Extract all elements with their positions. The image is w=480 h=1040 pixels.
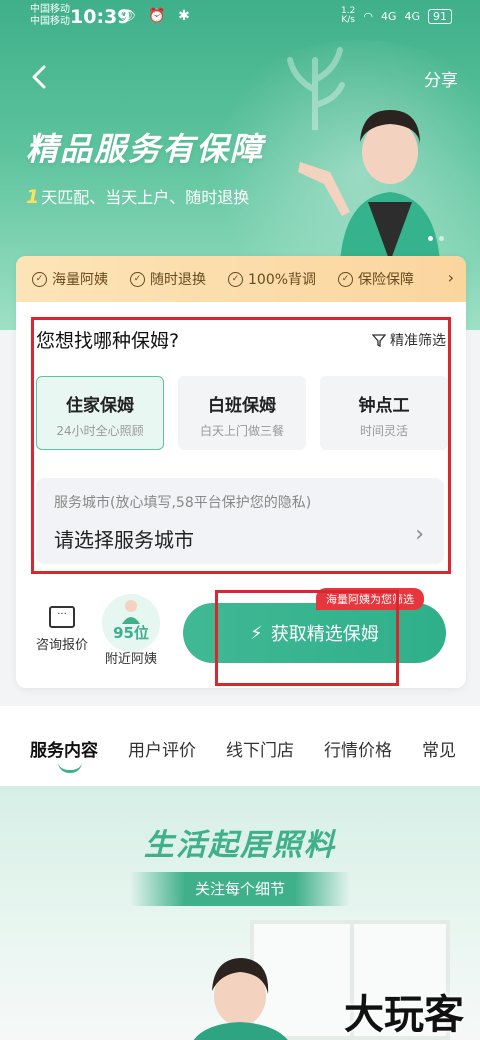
status-icons: 👁 ⏰ ✱	[118, 8, 194, 24]
message-icon: ···	[49, 606, 75, 628]
hero-subtitle-text: 天匹配、当天上户、随时退换	[41, 188, 250, 207]
guarantee-item: ✓ 随时退换	[130, 269, 206, 289]
signal-2-label: 4G	[404, 9, 420, 23]
carrier-2: 中国移动	[30, 16, 70, 27]
watermark: 大玩客	[344, 992, 464, 1038]
wifi-icon: ◠	[363, 9, 373, 23]
content-tabs: 服务内容 用户评价 线下门店 行情价格 常见	[0, 706, 480, 786]
back-icon[interactable]	[26, 62, 54, 92]
hero-title: 精品服务有保障	[26, 130, 265, 168]
carousel-dot	[439, 236, 444, 241]
tab-service-content[interactable]: 服务内容	[30, 706, 98, 786]
guarantee-item: ✓ 海量阿姨	[32, 269, 108, 289]
tab-user-reviews[interactable]: 用户评价	[128, 706, 196, 786]
nearby-count: 95位	[113, 624, 149, 642]
check-circle-icon: ✓	[32, 271, 47, 287]
tab-market-price[interactable]: 行情价格	[324, 706, 392, 786]
guarantee-item: ✓ 100%背调	[228, 269, 316, 289]
carousel-dots	[428, 236, 444, 241]
chevron-right-icon[interactable]: ›	[448, 268, 454, 287]
nearby-nannies[interactable]: 95位 附近阿姨	[100, 594, 162, 671]
highlight-box	[31, 317, 451, 574]
carrier-labels: 中国移动 中国移动	[30, 4, 70, 28]
check-circle-icon: ✓	[228, 271, 243, 287]
share-button[interactable]: 分享	[424, 66, 458, 91]
banner-title: 生活起居照料	[144, 828, 336, 863]
consult-price-button[interactable]: ··· 咨询报价	[34, 606, 90, 653]
check-circle-icon: ✓	[130, 271, 145, 287]
service-card: ✓ 海量阿姨 ✓ 随时退换 ✓ 100%背调 ✓ 保险保障 › 您想找哪种保姆? 精准筛…	[16, 256, 466, 688]
carrier-1: 中国移动	[30, 4, 70, 15]
caregiver-illustration	[193, 958, 288, 1040]
banner-subtitle: 关注每个细节	[130, 872, 350, 906]
net-speed-unit: K/s	[341, 15, 355, 25]
guarantee-label: 随时退换	[150, 272, 206, 288]
status-bar: 中国移动 中国移动 10:39 👁 ⏰ ✱ 1.2 K/s ◠ 4G 4G 91	[0, 0, 480, 34]
guarantee-item: ✓ 保险保障	[338, 269, 414, 289]
battery-icon: 91	[428, 8, 452, 24]
nearby-avatar: 95位	[102, 594, 160, 652]
consult-label: 咨询报价	[35, 638, 88, 653]
guarantee-label: 海量阿姨	[52, 272, 108, 288]
check-circle-icon: ✓	[338, 271, 354, 287]
guarantee-bar: ✓ 海量阿姨 ✓ 随时退换 ✓ 100%背调 ✓ 保险保障 ›	[16, 256, 466, 302]
nearby-label: 附近阿姨	[104, 652, 157, 667]
guarantee-label: 100%背调	[248, 272, 317, 288]
hero-subtitle-num: 1	[26, 186, 40, 208]
hero-subtitle: 1 天匹配、当天上户、随时退换	[26, 184, 249, 208]
highlight-box	[215, 590, 399, 686]
tab-offline-stores[interactable]: 线下门店	[226, 706, 294, 786]
net-speed: 1.2 K/s	[341, 7, 355, 25]
status-right: 1.2 K/s ◠ 4G 4G 91	[341, 7, 452, 25]
tab-faq[interactable]: 常见	[422, 706, 456, 786]
carousel-dot	[428, 236, 433, 241]
guarantee-label: 保险保障	[358, 272, 415, 288]
signal-1-label: 4G	[380, 9, 397, 23]
service-banner: 生活起居照料 关注每个细节 大玩客	[0, 786, 480, 1040]
